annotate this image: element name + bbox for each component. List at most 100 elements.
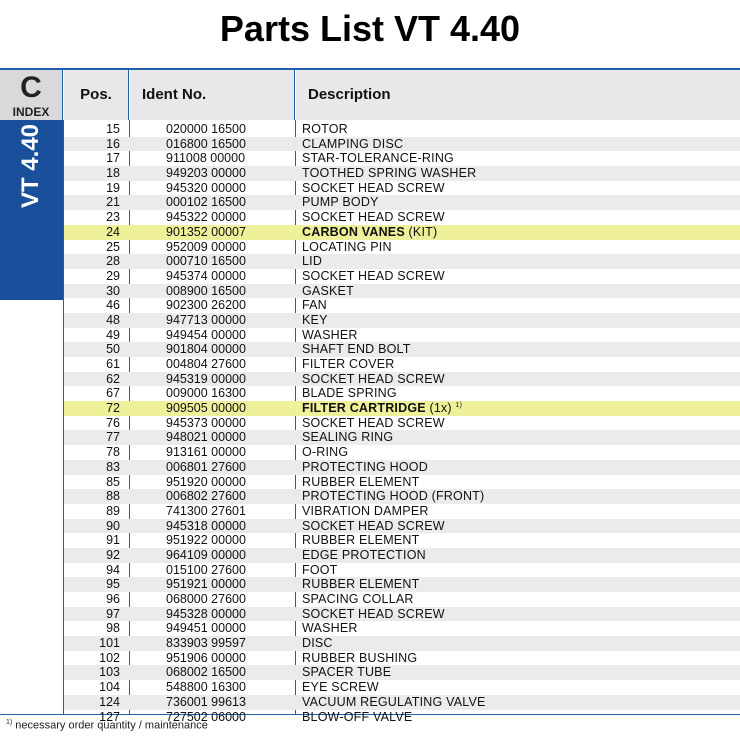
cell-ident: 909505 00000: [166, 401, 246, 416]
cell-desc: SPACER TUBE: [302, 665, 722, 680]
cell-desc-main: LOCATING PIN: [302, 239, 392, 254]
cell-desc-main: PROTECTING HOOD: [302, 459, 428, 474]
table-row-highlighted: 24 901352 00007 CARBON VANES (KIT): [64, 224, 740, 240]
table-row: 25 952009 00000 LOCATING PIN: [64, 240, 740, 255]
cell-desc: SHAFT END BOLT: [302, 342, 722, 357]
cell-ident: 833903 99597: [166, 636, 246, 651]
index-badge: C INDEX: [0, 70, 63, 120]
table-row: 18 949203 00000 TOOTHED SPRING WASHER: [64, 166, 740, 181]
cell-ident: 951922 00000: [166, 533, 246, 548]
cell-desc: SOCKET HEAD SCREW: [302, 372, 722, 387]
cell-desc-main: EDGE PROTECTION: [302, 547, 426, 562]
cell-ident: 736001 99613: [166, 694, 246, 709]
cell-desc-main: SOCKET HEAD SCREW: [302, 371, 445, 386]
table-row: 78 913161 00000 O-RING: [64, 445, 740, 460]
cell-desc: RUBBER BUSHING: [302, 651, 722, 666]
cell-pos: 92: [106, 547, 120, 562]
cell-pos: 49: [106, 327, 120, 342]
cell-ident: 949454 00000: [166, 327, 246, 342]
cell-ident: 945374 00000: [166, 268, 246, 283]
table-row: 46 902300 26200 FAN: [64, 298, 740, 313]
table-row: 30 008900 16500 GASKET: [64, 283, 740, 299]
cell-pos: 48: [106, 312, 120, 327]
cell-ident: 947713 00000: [166, 312, 246, 327]
cell-desc: VIBRATION DAMPER: [302, 504, 722, 519]
cell-desc-main: PROTECTING HOOD (FRONT): [302, 489, 485, 504]
cell-desc: RUBBER ELEMENT: [302, 533, 722, 548]
cell-desc-main: ROTOR: [302, 122, 348, 136]
index-letter: C: [20, 71, 42, 104]
cell-ident: 741300 27601: [166, 503, 246, 518]
cell-desc: TOOTHED SPRING WASHER: [302, 166, 722, 181]
cell-ident: 945319 00000: [166, 371, 246, 386]
cell-ident: 068002 16500: [166, 665, 246, 680]
cell-desc-main: SOCKET HEAD SCREW: [302, 606, 445, 621]
footnote: 1) necessary order quantity / maintenanc…: [6, 719, 208, 732]
cell-desc-main: O-RING: [302, 445, 349, 460]
cell-desc: STAR-TOLERANCE-RING: [302, 151, 722, 166]
header-desc-label: Description: [308, 86, 391, 103]
cell-ident: 964109 00000: [166, 547, 246, 562]
header-desc: Description: [296, 70, 740, 120]
table-row: 91 951922 00000 RUBBER ELEMENT: [64, 533, 740, 548]
cell-desc: CLAMPING DISC: [302, 137, 722, 152]
cell-pos: 85: [106, 474, 120, 489]
cell-desc-main: SOCKET HEAD SCREW: [302, 180, 445, 195]
cell-pos: 72: [106, 401, 120, 416]
header-pos-label: Pos.: [80, 86, 112, 103]
cell-desc-extra: (KIT): [404, 224, 438, 239]
cell-desc: SOCKET HEAD SCREW: [302, 519, 722, 534]
cell-ident: 901352 00007: [166, 224, 246, 239]
cell-pos: 90: [106, 518, 120, 533]
cell-ident: 949451 00000: [166, 621, 246, 636]
index-label: INDEX: [12, 105, 50, 119]
table-row: 23 945322 00000 SOCKET HEAD SCREW: [64, 210, 740, 225]
table-row: 102 951906 00000 RUBBER BUSHING: [64, 651, 740, 666]
cell-ident: 000710 16500: [166, 254, 246, 269]
cell-desc: RUBBER ELEMENT: [302, 577, 722, 592]
cell-desc: LID: [302, 254, 722, 269]
table-row: 29 945374 00000 SOCKET HEAD SCREW: [64, 269, 740, 284]
table-row: 95 951921 00000 RUBBER ELEMENT: [64, 577, 740, 592]
cell-desc-note: 1): [455, 402, 463, 410]
cell-ident: 952009 00000: [166, 239, 246, 254]
cell-pos: 50: [106, 342, 120, 357]
cell-desc-main: KEY: [302, 312, 328, 327]
cell-desc-main: SPACING COLLAR: [302, 592, 414, 606]
cell-ident: 548800 16300: [166, 680, 246, 695]
cell-pos: 30: [106, 283, 120, 298]
table-row: 77 948021 00000 SEALING RING: [64, 430, 740, 446]
cell-desc: LOCATING PIN: [302, 240, 722, 255]
table-row-highlighted: 72 909505 00000 FILTER CARTRIDGE (1x) 1): [64, 401, 740, 416]
table-row: 103 068002 16500 SPACER TUBE: [64, 665, 740, 681]
table-row: 28 000710 16500 LID: [64, 254, 740, 269]
cell-desc-main: GASKET: [302, 283, 354, 298]
cell-desc: SEALING RING: [302, 430, 722, 445]
table-row: 89 741300 27601 VIBRATION DAMPER: [64, 504, 740, 519]
cell-ident: 015100 27600: [166, 562, 246, 577]
table-row: 94 015100 27600 FOOT: [64, 563, 740, 578]
table-row: 85 951920 00000 RUBBER ELEMENT: [64, 475, 740, 490]
cell-desc-main: SEALING RING: [302, 430, 394, 445]
footnote-text: necessary order quantity / maintenance: [12, 719, 208, 732]
table-row: 21 000102 16500 PUMP BODY: [64, 195, 740, 211]
cell-ident: 006802 27600: [166, 489, 246, 504]
cell-pos: 24: [106, 224, 120, 239]
cell-desc: SOCKET HEAD SCREW: [302, 607, 722, 622]
cell-ident: 006801 27600: [166, 459, 246, 474]
table-row: 67 009000 16300 BLADE SPRING: [64, 386, 740, 401]
cell-pos: 15: [106, 122, 120, 136]
cell-pos: 83: [106, 459, 120, 474]
header-pos: Pos.: [64, 70, 129, 120]
cell-desc: DISC: [302, 636, 722, 651]
cell-desc: O-RING: [302, 445, 722, 460]
table-row: 76 945373 00000 SOCKET HEAD SCREW: [64, 416, 740, 431]
cell-ident: 945320 00000: [166, 180, 246, 195]
cell-pos: 88: [106, 489, 120, 504]
table-row: 49 949454 00000 WASHER: [64, 328, 740, 343]
cell-desc: CARBON VANES (KIT): [302, 225, 722, 240]
cell-desc-main: EYE SCREW: [302, 680, 379, 695]
table-row: 50 901804 00000 SHAFT END BOLT: [64, 342, 740, 357]
cell-desc: KEY: [302, 313, 722, 328]
cell-ident: 008900 16500: [166, 283, 246, 298]
